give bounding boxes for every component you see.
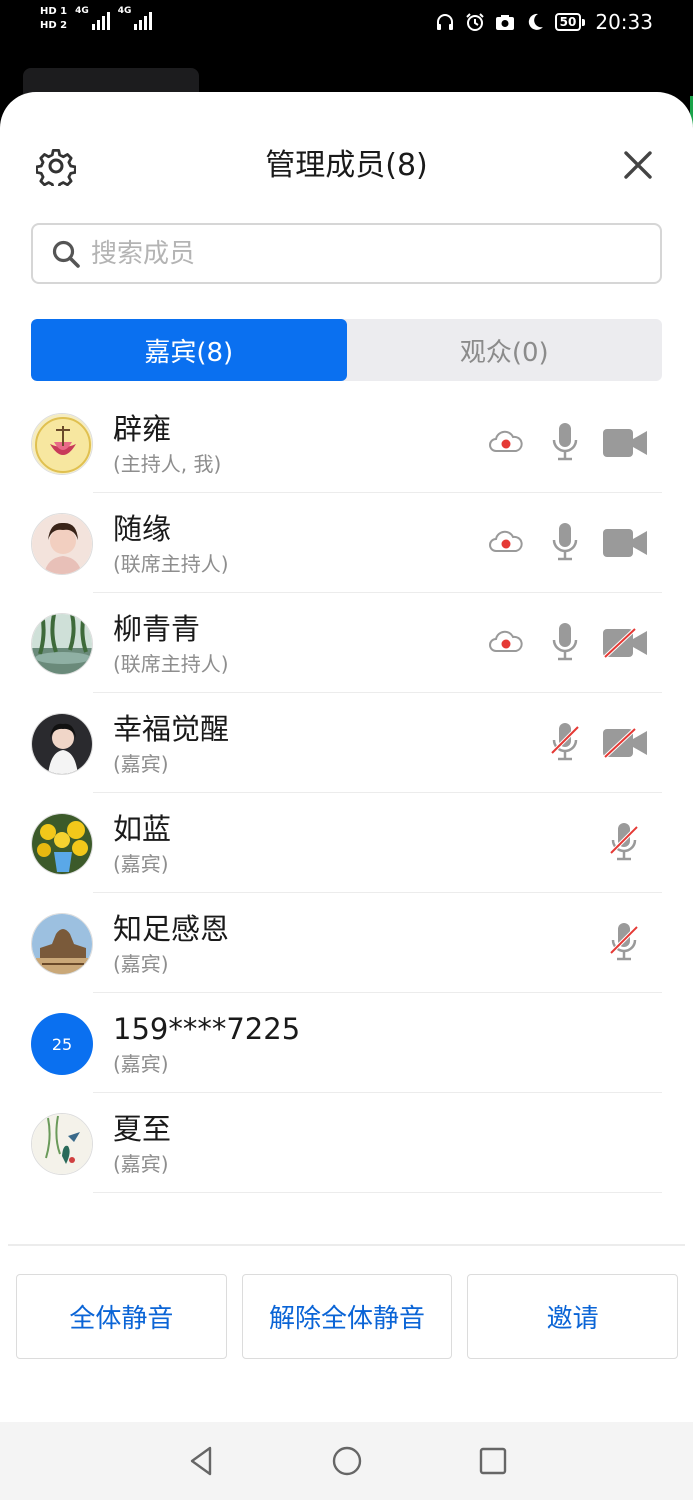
role-tabs: 嘉宾(8) 观众(0) [31,319,662,381]
cloud-recording-icon [489,530,523,552]
avatar [31,613,93,675]
member-row[interactable]: 幸福觉醒 (嘉宾) [0,693,693,793]
mic-icon[interactable] [548,521,582,563]
mic-off-icon[interactable] [607,921,641,963]
member-name: 知足感恩 [113,912,230,946]
moon-icon [528,13,543,30]
hd1-label: HD 1 [40,6,68,17]
mic-off-icon[interactable] [548,721,582,763]
avatar: 25 [31,1013,93,1075]
mic-off-icon[interactable] [607,821,641,863]
avatar [31,513,93,575]
member-role: (嘉宾) [113,1052,169,1076]
member-row[interactable]: 夏至 (嘉宾) [0,1093,693,1193]
member-row[interactable]: 辟雍 (主持人, 我) [0,393,693,493]
avatar [31,413,93,475]
signal-1-icon: 4G [75,6,110,30]
member-name: 如蓝 [113,812,172,846]
avatar [31,1113,93,1175]
clock: 20:33 [595,10,653,34]
mic-icon[interactable] [548,421,582,463]
member-role: (联席主持人) [113,552,229,576]
battery-icon: 50 [554,13,586,31]
alarm-icon [465,13,484,31]
action-bar: 全体静音 解除全体静音 邀请 [16,1274,679,1359]
sheet-header: 管理成员(8) [0,92,693,242]
status-bar: HD 1 HD 2 4G 4G 50 20:33 [0,0,693,52]
member-role: (嘉宾) [113,752,169,776]
recents-icon[interactable] [476,1444,510,1478]
close-icon[interactable] [623,150,653,180]
tab-audience[interactable]: 观众(0) [347,319,663,381]
member-row[interactable]: 随缘 (联席主持人) [0,493,693,593]
mic-icon[interactable] [548,621,582,663]
hd2-label: HD 2 [40,20,68,31]
unmute-all-button[interactable]: 解除全体静音 [241,1274,453,1359]
member-role: (联席主持人) [113,652,229,676]
system-nav-bar [0,1422,693,1500]
member-name: 幸福觉醒 [113,712,230,746]
avatar [31,813,93,875]
battery-level: 50 [554,13,582,31]
camera-off-icon[interactable] [601,627,649,659]
footer-divider [8,1244,685,1246]
cloud-recording-icon [489,630,523,652]
member-name: 辟雍 [113,412,172,446]
member-name: 夏至 [113,1112,172,1146]
screen: HD 1 HD 2 4G 4G 50 20:33 管理成员(8) 搜索成员 嘉宾… [0,0,693,1500]
member-role: (主持人, 我) [113,452,222,476]
member-name: 柳青青 [113,612,201,646]
search-box[interactable] [31,223,662,284]
member-row[interactable]: 柳青青 (联席主持人) [0,593,693,693]
member-name: 随缘 [113,512,172,546]
camera-icon[interactable] [601,527,649,559]
hd-indicators: HD 1 HD 2 [40,6,67,31]
camera-icon[interactable] [601,427,649,459]
avatar [31,913,93,975]
signal-2-icon: 4G [118,6,153,30]
search-input[interactable] [91,238,591,269]
headphones-icon [436,14,453,30]
member-role: (嘉宾) [113,852,169,876]
page-title: 管理成员(8) [265,148,428,183]
mute-all-button[interactable]: 全体静音 [16,1274,227,1359]
network-2-label: 4G [117,6,132,16]
camera-status-icon [495,15,514,30]
cloud-recording-icon [489,430,523,452]
member-role: (嘉宾) [113,1152,169,1176]
camera-off-icon[interactable] [601,727,649,759]
member-list: 辟雍 (主持人, 我) 随缘 (联席主持人) 柳青青 (联席主持人) 幸福觉醒 … [0,393,693,1193]
tab-guests[interactable]: 嘉宾(8) [31,319,347,381]
member-name: 159****7225 [113,1012,301,1046]
member-row[interactable]: 如蓝 (嘉宾) [0,793,693,893]
back-icon[interactable] [184,1444,218,1478]
status-left: HD 1 HD 2 4G 4G [40,6,153,31]
invite-button[interactable]: 邀请 [467,1274,679,1359]
search-icon [52,240,80,268]
status-right: 50 20:33 [435,10,653,34]
member-role: (嘉宾) [113,952,169,976]
member-row[interactable]: 知足感恩 (嘉宾) [0,893,693,993]
network-1-label: 4G [75,6,89,16]
manage-members-sheet: 管理成员(8) 嘉宾(8) 观众(0) 辟雍 (主持人, 我) [0,92,693,1422]
home-icon[interactable] [330,1444,364,1478]
avatar [31,713,93,775]
member-row[interactable]: 25 159****7225 (嘉宾) [0,993,693,1093]
